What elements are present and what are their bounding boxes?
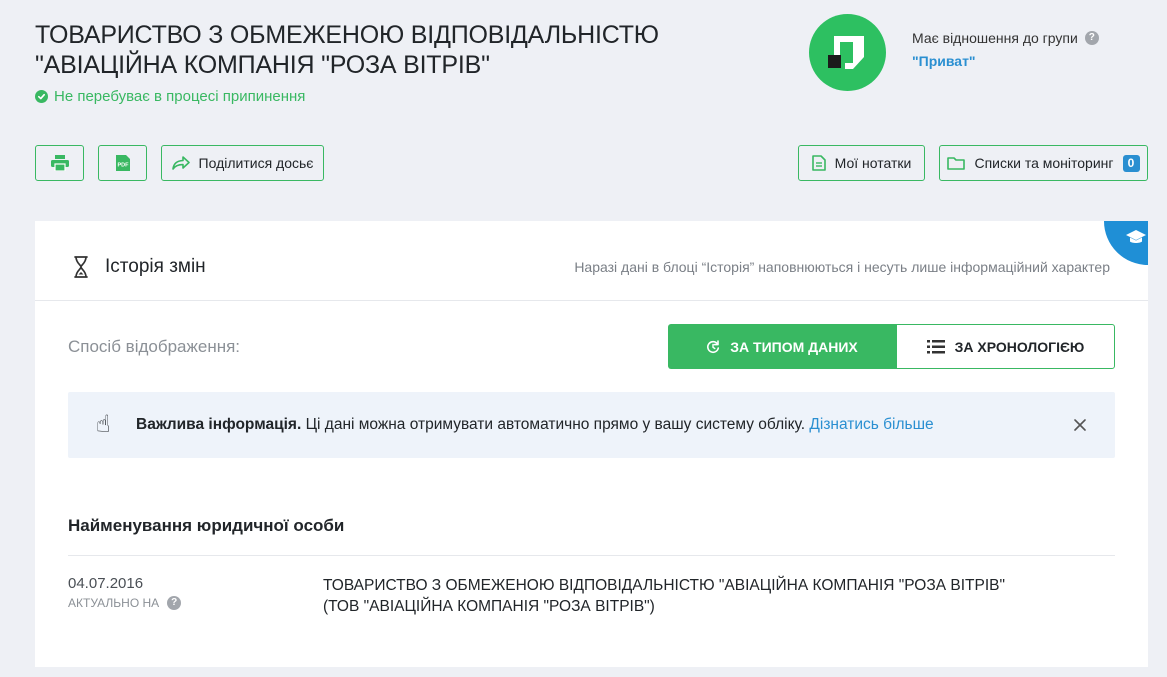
printer-icon	[50, 155, 69, 171]
important-info-banner: ☝ Важлива інформація. Ці дані можна отри…	[68, 392, 1115, 458]
entry-value-line2: (ТОВ "АВІАЦІЙНА КОМПАНІЯ "РОЗА ВІТРІВ")	[323, 598, 655, 615]
history-card: Історія змін Наразі дані в блоці “Історі…	[35, 221, 1148, 667]
lists-monitoring-label: Списки та моніторинг	[974, 155, 1114, 171]
legal-name-section-title: Найменування юридичної особи	[68, 516, 345, 535]
hourglass-icon	[74, 256, 88, 278]
lists-monitoring-button[interactable]: Списки та моніторинг 0	[939, 145, 1148, 181]
pdf-icon: PDF	[115, 155, 130, 171]
entry-date: 04.07.2016	[68, 575, 144, 592]
my-notes-button[interactable]: Мої нотатки	[798, 145, 925, 181]
lists-count-badge: 0	[1122, 154, 1140, 172]
company-title-line1: ТОВАРИСТВО З ОБМЕЖЕНОЮ ВІДПОВІДАЛЬНІСТЮ	[35, 21, 659, 49]
help-icon[interactable]: ?	[1084, 31, 1099, 45]
entry-value-line1: ТОВАРИСТВО З ОБМЕЖЕНОЮ ВІДПОВІДАЛЬНІСТЮ …	[323, 577, 1005, 594]
refresh-icon	[707, 339, 720, 353]
share-arrow-icon	[171, 156, 190, 170]
print-button[interactable]	[35, 145, 84, 181]
check-circle-icon	[35, 90, 48, 103]
history-header: Історія змін Наразі дані в блоці “Історі…	[35, 221, 1148, 301]
privat-group-logo	[809, 14, 886, 91]
important-info-bold: Важлива інформація.	[136, 416, 302, 433]
help-icon[interactable]: ?	[167, 596, 182, 610]
company-title: ТОВАРИСТВО З ОБМЕЖЕНОЮ ВІДПОВІДАЛЬНІСТЮ …	[35, 20, 735, 80]
svg-text:PDF: PDF	[117, 163, 129, 169]
share-dossier-label: Поділитися досьє	[198, 155, 314, 171]
pdf-button[interactable]: PDF	[98, 145, 147, 181]
close-icon	[1074, 419, 1086, 431]
folder-icon	[947, 157, 966, 170]
my-notes-label: Мої нотатки	[834, 155, 912, 171]
entry-value: ТОВАРИСТВО З ОБМЕЖЕНОЮ ВІДПОВІДАЛЬНІСТЮ …	[323, 575, 1083, 617]
learn-more-link[interactable]: Дізнатись більше	[809, 416, 933, 433]
close-banner-button[interactable]	[1074, 418, 1086, 436]
view-by-type-button[interactable]: ЗА ТИПОМ ДАНИХ	[668, 324, 896, 369]
list-icon	[926, 339, 945, 353]
entry-actual-text: АКТУАЛЬНО НА	[68, 596, 160, 610]
display-mode-label: Спосіб відображення:	[68, 337, 241, 356]
section-divider	[68, 555, 1115, 556]
group-label: Має відношення до групи ?	[912, 30, 1099, 46]
history-title: Історія змін	[105, 256, 206, 277]
document-icon	[811, 155, 826, 171]
company-title-line2: "АВІАЦІЙНА КОМПАНІЯ "РОЗА ВІТРІВ"	[35, 51, 490, 79]
entry-actual-label: АКТУАЛЬНО НА ?	[68, 596, 182, 610]
pointing-hand-icon: ☝	[96, 411, 111, 438]
view-by-type-label: ЗА ТИПОМ ДАНИХ	[730, 338, 858, 355]
group-label-text: Має відношення до групи	[912, 30, 1078, 46]
company-status-text: Не перебуває в процесі припинення	[54, 88, 306, 105]
company-status: Не перебуває в процесі припинення	[35, 88, 305, 105]
history-note: Наразі дані в блоці “Історія” наповнюють…	[574, 259, 1110, 275]
view-by-chronology-button[interactable]: ЗА ХРОНОЛОГІЄЮ	[896, 324, 1115, 369]
group-link[interactable]: "Приват"	[912, 53, 976, 69]
important-info-text: Важлива інформація. Ці дані можна отриму…	[136, 416, 934, 434]
important-info-body: Ці дані можна отримувати автоматично пря…	[301, 416, 810, 433]
view-by-chronology-label: ЗА ХРОНОЛОГІЄЮ	[954, 338, 1085, 355]
share-dossier-button[interactable]: Поділитися досьє	[161, 145, 324, 181]
